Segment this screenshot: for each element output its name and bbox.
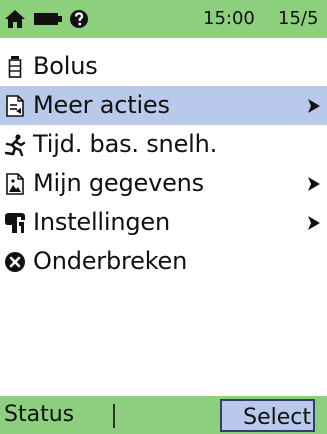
pump-screen: 15:00 15/5 Bolus Meer acties Tijd. bas. … bbox=[0, 0, 327, 434]
main-menu: Bolus Meer acties Tijd. bas. snelh. Mijn… bbox=[0, 47, 327, 281]
battery-icon bbox=[33, 0, 63, 38]
home-icon bbox=[4, 0, 26, 38]
status-softkey[interactable]: Status bbox=[0, 396, 74, 434]
chevron-right-icon bbox=[307, 86, 321, 125]
menu-item-label: Instellingen bbox=[33, 208, 170, 236]
stop-icon bbox=[3, 242, 27, 281]
chevron-right-icon bbox=[307, 164, 321, 203]
menu-item-label: Meer acties bbox=[33, 91, 170, 119]
bolus-icon bbox=[3, 47, 27, 86]
menu-item-onderbreken[interactable]: Onderbreken bbox=[0, 242, 327, 281]
menu-item-label: Onderbreken bbox=[33, 247, 188, 275]
menu-item-bolus[interactable]: Bolus bbox=[0, 47, 327, 86]
chevron-right-icon bbox=[307, 203, 321, 242]
menu-item-instellingen[interactable]: Instellingen bbox=[0, 203, 327, 242]
menu-item-label: Bolus bbox=[33, 52, 98, 80]
status-bar: 15:00 15/5 bbox=[0, 0, 327, 38]
menu-item-mijn-gegevens[interactable]: Mijn gegevens bbox=[0, 164, 327, 203]
softkey-divider bbox=[113, 404, 115, 428]
select-softkey[interactable]: Select bbox=[220, 399, 315, 432]
image-icon bbox=[3, 164, 27, 203]
menu-item-meer-acties[interactable]: Meer acties bbox=[0, 86, 327, 125]
menu-item-label: Mijn gegevens bbox=[33, 169, 204, 197]
running-person-icon bbox=[3, 125, 27, 164]
menu-item-label: Tijd. bas. snelh. bbox=[33, 130, 218, 158]
menu-item-tijd-bas-snelh[interactable]: Tijd. bas. snelh. bbox=[0, 125, 327, 164]
help-icon bbox=[69, 0, 89, 38]
document-icon bbox=[3, 86, 27, 125]
softkey-bar: Status Select bbox=[0, 396, 327, 434]
settings-icon bbox=[3, 203, 27, 242]
clock-date: 15/5 bbox=[278, 8, 319, 29]
clock-time: 15:00 bbox=[203, 8, 255, 29]
